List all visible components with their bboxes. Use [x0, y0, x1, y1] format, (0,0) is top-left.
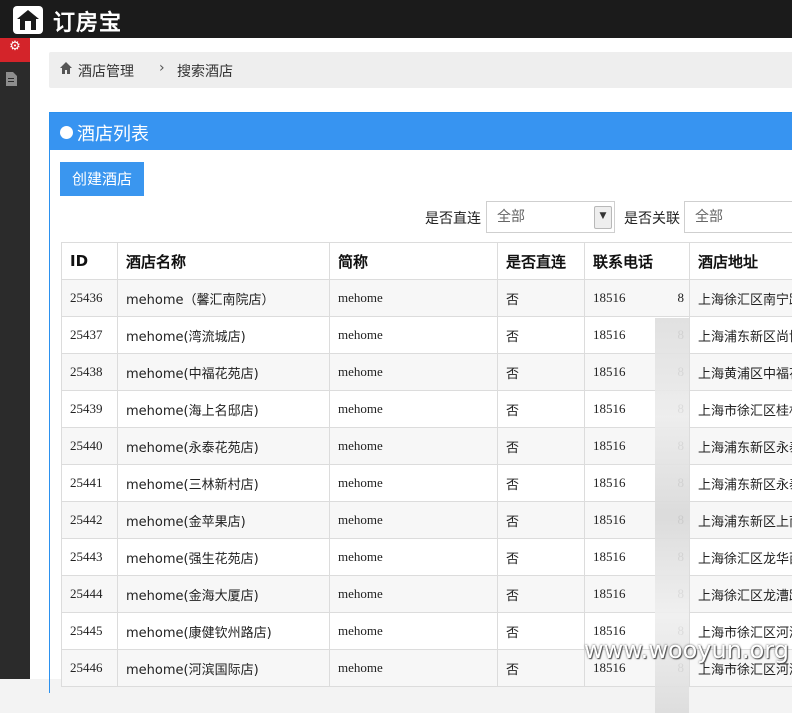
- cell-id: 25441: [62, 465, 118, 502]
- phone-suffix: 8: [678, 290, 685, 305]
- cell-hotel-name: mehome(永泰花苑店): [118, 428, 330, 465]
- header-address[interactable]: 酒店地址: [690, 243, 792, 280]
- linked-filter-select[interactable]: 全部: [684, 201, 792, 233]
- sidebar: ⚙: [0, 38, 30, 679]
- gears-icon[interactable]: ⚙: [0, 38, 30, 62]
- cell-direct: 否: [498, 280, 585, 317]
- header-phone[interactable]: 联系电话: [585, 243, 690, 280]
- cell-hotel-name: mehome(强生花苑店): [118, 539, 330, 576]
- cell-address: 上海徐汇区龙华西: [690, 539, 792, 576]
- linked-filter-label: 是否关联: [624, 208, 680, 228]
- cell-address: 上海徐汇区龙漕路: [690, 576, 792, 613]
- home-icon[interactable]: [59, 61, 73, 75]
- cell-direct: 否: [498, 539, 585, 576]
- breadcrumb-home-link[interactable]: 酒店管理: [78, 61, 134, 81]
- cell-address: 上海浦东新区尚博: [690, 317, 792, 354]
- cell-direct: 否: [498, 502, 585, 539]
- cell-hotel-name: mehome(海上名邸店): [118, 391, 330, 428]
- cell-hotel-name: mehome(湾流城店): [118, 317, 330, 354]
- direct-filter-label: 是否直连: [425, 208, 481, 228]
- breadcrumb-separator: ›: [159, 60, 165, 76]
- cell-hotel-name: mehome(河滨国际店): [118, 650, 330, 687]
- breadcrumb-current: 搜索酒店: [177, 61, 233, 81]
- cell-id: 25444: [62, 576, 118, 613]
- cell-address: 上海市徐汇区桂林: [690, 391, 792, 428]
- cell-direct: 否: [498, 317, 585, 354]
- phone-prefix: 18516: [593, 475, 626, 490]
- cell-direct: 否: [498, 650, 585, 687]
- table-header-row: ID 酒店名称 简称 是否直连 联系电话 酒店地址: [62, 243, 792, 280]
- breadcrumb: 酒店管理 › 搜索酒店: [49, 52, 792, 88]
- cell-id: 25439: [62, 391, 118, 428]
- phone-prefix: 18516: [593, 327, 626, 342]
- table-row[interactable]: 25436mehome（馨汇南院店）mehome否 18516 8 上海徐汇区南宁路: [62, 280, 792, 317]
- chevron-down-icon[interactable]: ▼: [594, 206, 612, 229]
- top-bar: 订房宝: [0, 0, 792, 38]
- logo-house-icon: [13, 6, 43, 34]
- cell-hotel-name: mehome(康健钦州路店): [118, 613, 330, 650]
- cell-address: 上海浦东新区永泰: [690, 465, 792, 502]
- cell-short-name: mehome: [330, 280, 498, 317]
- cell-direct: 否: [498, 428, 585, 465]
- cell-direct: 否: [498, 613, 585, 650]
- cell-id: 25436: [62, 280, 118, 317]
- cell-address: 上海浦东新区上南: [690, 502, 792, 539]
- cell-short-name: mehome: [330, 465, 498, 502]
- cell-address: 上海黄浦区中福花: [690, 354, 792, 391]
- panel-title: 酒店列表: [77, 120, 149, 146]
- cell-id: 25446: [62, 650, 118, 687]
- logo-text: 订房宝: [53, 5, 122, 37]
- cell-id: 25445: [62, 613, 118, 650]
- cell-short-name: mehome: [330, 576, 498, 613]
- cell-id: 25443: [62, 539, 118, 576]
- cell-address: 上海徐汇区南宁路: [690, 280, 792, 317]
- cell-direct: 否: [498, 391, 585, 428]
- cell-short-name: mehome: [330, 391, 498, 428]
- phone-prefix: 18516: [593, 549, 626, 564]
- cell-hotel-name: mehome(金苹果店): [118, 502, 330, 539]
- main-content: 酒店管理 › 搜索酒店 酒店列表 创建酒店 是否直连 全部 ▼ 是否关联 全部 …: [30, 38, 792, 679]
- cell-short-name: mehome: [330, 317, 498, 354]
- cell-short-name: mehome: [330, 428, 498, 465]
- document-icon[interactable]: [5, 72, 19, 88]
- cell-id: 25440: [62, 428, 118, 465]
- cell-short-name: mehome: [330, 502, 498, 539]
- cell-short-name: mehome: [330, 539, 498, 576]
- cell-direct: 否: [498, 576, 585, 613]
- watermark: www.wooyun.org: [584, 636, 789, 664]
- header-id[interactable]: ID: [62, 243, 118, 280]
- direct-filter-select[interactable]: 全部 ▼: [486, 201, 615, 233]
- phone-prefix: 18516: [593, 586, 626, 601]
- phone-prefix: 18516: [593, 364, 626, 379]
- cell-id: 25438: [62, 354, 118, 391]
- cell-hotel-name: mehome(中福花苑店): [118, 354, 330, 391]
- header-short-name[interactable]: 简称: [330, 243, 498, 280]
- cell-hotel-name: mehome（馨汇南院店）: [118, 280, 330, 317]
- cell-direct: 否: [498, 465, 585, 502]
- cell-direct: 否: [498, 354, 585, 391]
- header-hotel-name[interactable]: 酒店名称: [118, 243, 330, 280]
- phone-prefix: 18516: [593, 401, 626, 416]
- cell-address: 上海浦东新区永泰: [690, 428, 792, 465]
- cell-hotel-name: mehome(三林新村店): [118, 465, 330, 502]
- create-hotel-button[interactable]: 创建酒店: [60, 162, 144, 196]
- cell-id: 25442: [62, 502, 118, 539]
- direct-filter-value: 全部: [497, 209, 525, 225]
- cell-phone: 18516 8: [585, 280, 690, 317]
- cell-short-name: mehome: [330, 650, 498, 687]
- globe-icon: [60, 126, 73, 139]
- cell-hotel-name: mehome(金海大厦店): [118, 576, 330, 613]
- header-direct[interactable]: 是否直连: [498, 243, 585, 280]
- phone-prefix: 18516: [593, 290, 626, 305]
- panel-header: 酒店列表: [50, 113, 792, 150]
- cell-short-name: mehome: [330, 613, 498, 650]
- cell-short-name: mehome: [330, 354, 498, 391]
- cell-id: 25437: [62, 317, 118, 354]
- linked-filter-value: 全部: [695, 209, 723, 225]
- phone-prefix: 18516: [593, 512, 626, 527]
- phone-prefix: 18516: [593, 438, 626, 453]
